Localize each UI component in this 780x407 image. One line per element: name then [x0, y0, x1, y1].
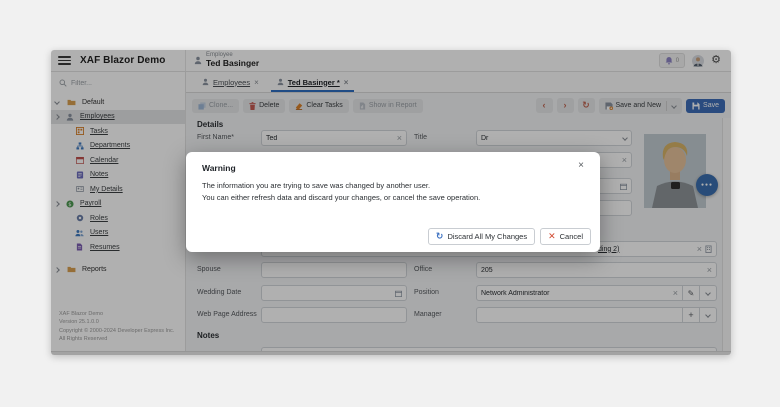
warning-dialog: Warning × The information you are trying…	[186, 152, 600, 252]
close-x-icon: ✕	[548, 232, 556, 241]
discard-changes-button[interactable]: ↻ Discard All My Changes	[428, 228, 535, 245]
dialog-message-line: The information you are trying to save w…	[202, 180, 584, 192]
dialog-message-line: You can either refresh data and discard …	[202, 192, 584, 204]
cancel-button[interactable]: ✕ Cancel	[540, 228, 591, 245]
app-window: XAF Blazor Demo Employee Ted Basinger 0 …	[51, 50, 731, 355]
refresh-icon: ↻	[436, 232, 444, 241]
dialog-message: The information you are trying to save w…	[202, 180, 584, 205]
dialog-title: Warning	[202, 163, 236, 173]
dialog-close-icon[interactable]: ×	[578, 161, 584, 171]
dialog-actions: ↻ Discard All My Changes ✕ Cancel	[428, 228, 591, 245]
